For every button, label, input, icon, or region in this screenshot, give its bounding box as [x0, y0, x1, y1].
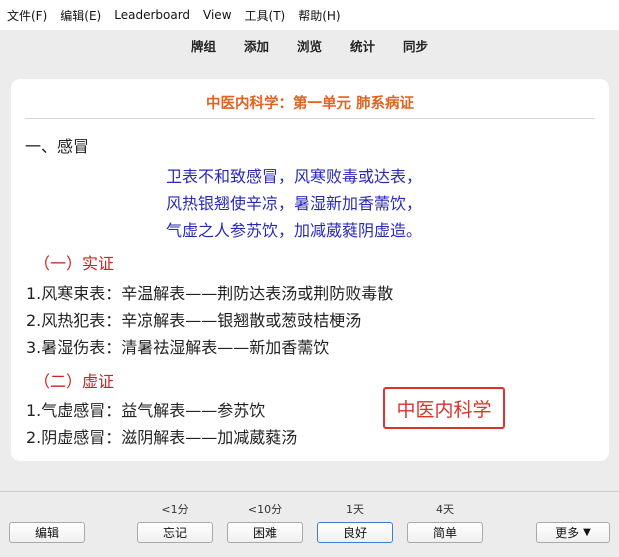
card-title: 中医内科学：第一单元 肺系病证 [205, 96, 415, 112]
excess-list: 1.风寒束表：辛温解表——荆防达表汤或荆防败毒散 2.风热犯表：辛凉解表——银翘… [26, 280, 393, 361]
good-button[interactable]: 良好 [317, 522, 393, 543]
card-divider [25, 118, 595, 119]
more-label: 更多 [555, 526, 580, 540]
subject-stamp: 中医内科学 [383, 387, 505, 429]
verse-line: 气虚之人参苏饮，加减葳蕤阴虚造。 [166, 221, 423, 240]
list-item: 3.暑湿伤表：清暑祛湿解表——新加香薷饮 [26, 338, 330, 357]
verse-line: 卫表不和致感冒，风寒败毒或达表， [166, 167, 423, 186]
menu-leaderboard[interactable]: Leaderboard [114, 8, 190, 22]
main-toolbar: 牌组 添加 浏览 统计 同步 [0, 30, 619, 60]
triangle-down-icon: ▼ [583, 527, 591, 538]
toolbar-sync[interactable]: 同步 [403, 36, 428, 55]
answer-bar: 编辑 <1分 忘记 <10分 困难 1天 良好 4天 简单 更多 ▼ [0, 491, 619, 557]
section-heading: 一、感冒 [25, 137, 90, 156]
list-item: 1.风寒束表：辛温解表——荆防达表汤或荆防败毒散 [26, 284, 394, 303]
easy-button[interactable]: 简单 [407, 522, 483, 543]
toolbar-browse[interactable]: 浏览 [297, 36, 322, 55]
list-item: 1.气虚感冒：益气解表——参苏饮 [26, 401, 266, 420]
menu-edit[interactable]: 编辑(E) [60, 7, 101, 24]
toolbar-decks[interactable]: 牌组 [191, 36, 216, 55]
menu-file[interactable]: 文件(F) [7, 7, 47, 24]
menu-tools[interactable]: 工具(T) [245, 7, 286, 24]
flashcard: 中医内科学：第一单元 肺系病证 一、感冒 卫表不和致感冒，风寒败毒或达表， 风热… [11, 79, 609, 461]
verse-line: 风热银翘使辛凉，暑湿新加香薷饮， [166, 194, 423, 213]
toolbar-add[interactable]: 添加 [244, 36, 269, 55]
mnemonic-verse: 卫表不和致感冒，风寒败毒或达表， 风热银翘使辛凉，暑湿新加香薷饮， 气虚之人参苏… [166, 163, 422, 244]
interval-hint-easy: 4天 [436, 503, 454, 516]
menu-view[interactable]: View [203, 8, 231, 22]
list-item: 2.风热犯表：辛凉解表——银翘散或葱豉桔梗汤 [26, 311, 362, 330]
subheading-excess: （一）实证 [34, 254, 115, 273]
interval-hint-hard: <10分 [247, 503, 283, 516]
menu-help[interactable]: 帮助(H) [298, 7, 340, 24]
edit-button[interactable]: 编辑 [9, 522, 85, 543]
deficiency-list: 1.气虚感冒：益气解表——参苏饮 2.阴虚感冒：滋阴解表——加减葳蕤汤 [26, 397, 297, 451]
menu-bar: 文件(F) 编辑(E) Leaderboard View 工具(T) 帮助(H) [0, 0, 619, 30]
toolbar-stats[interactable]: 统计 [350, 36, 375, 55]
interval-hint-good: 1天 [346, 503, 364, 516]
hard-button[interactable]: 困难 [227, 522, 303, 543]
more-button[interactable]: 更多 ▼ [536, 522, 610, 543]
interval-hint-again: <1分 [161, 503, 189, 516]
again-button[interactable]: 忘记 [137, 522, 213, 543]
list-item: 2.阴虚感冒：滋阴解表——加减葳蕤汤 [26, 428, 298, 447]
subheading-deficiency: （二）虚证 [34, 372, 115, 391]
